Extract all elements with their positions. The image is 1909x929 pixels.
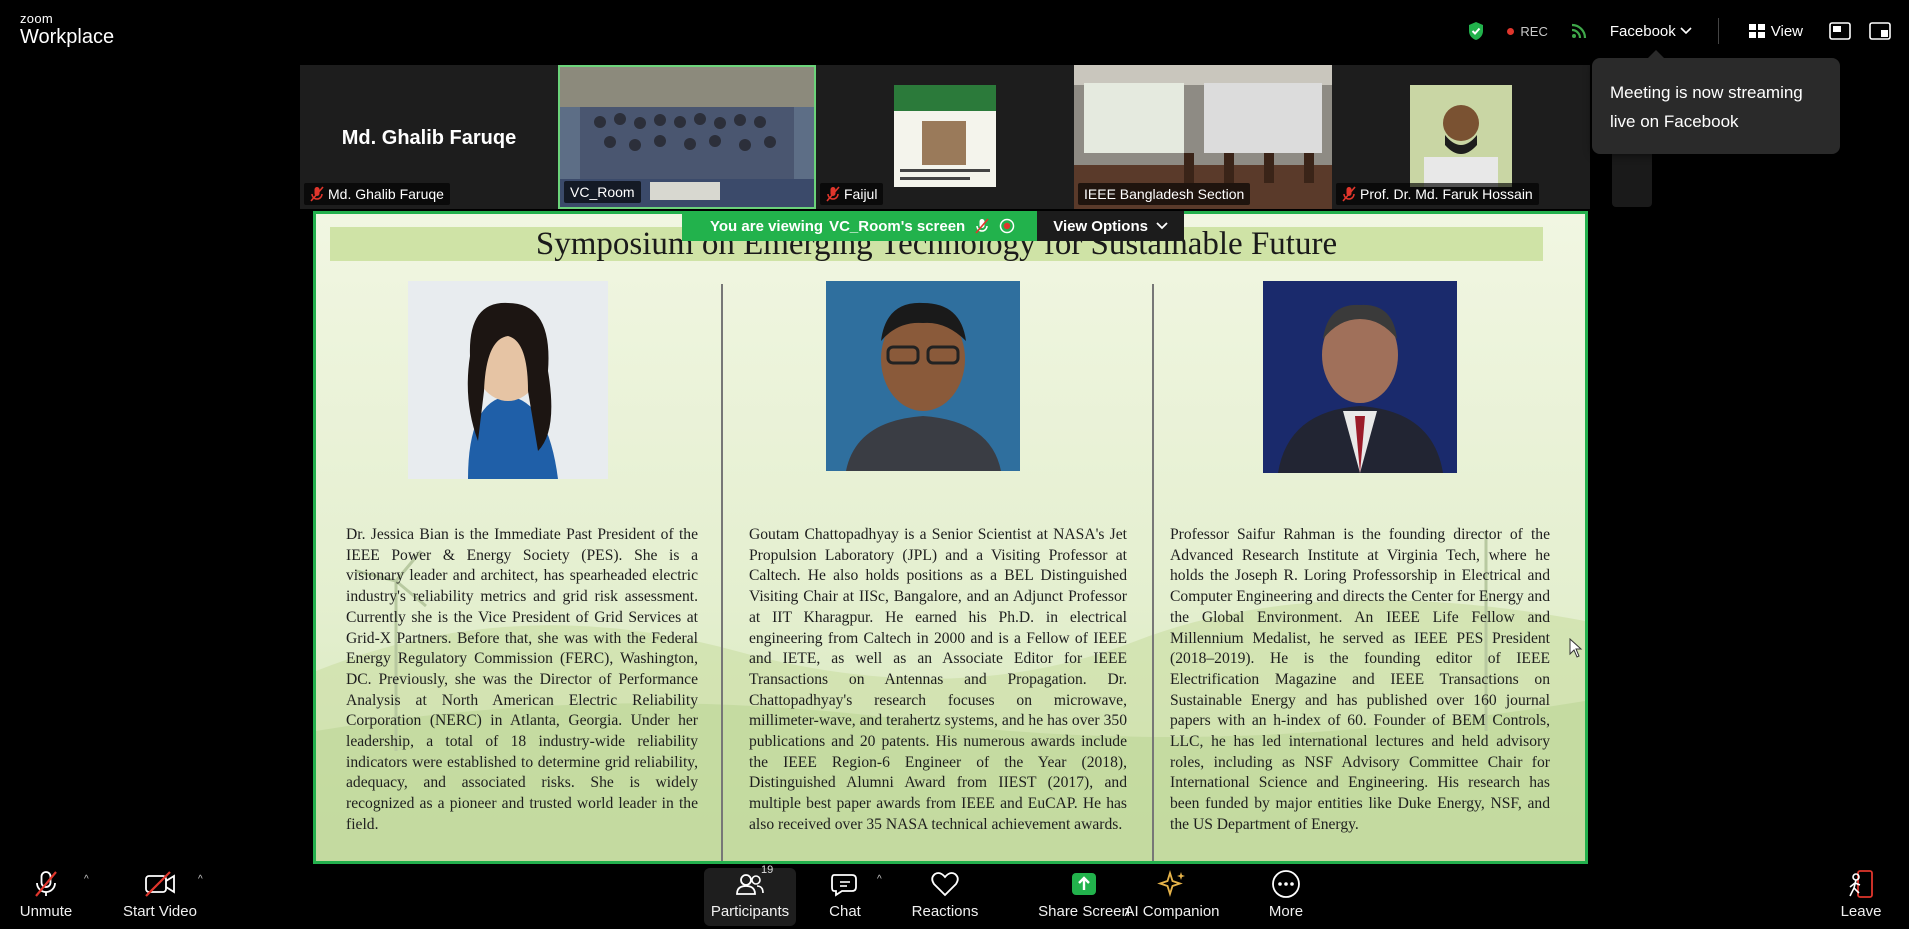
column-divider	[721, 284, 723, 861]
more-label: More	[1268, 903, 1304, 920]
video-gallery-strip: Md. Ghalib Faruqe Md. Ghalib Faruqe VC_R…	[300, 65, 1590, 209]
start-video-label: Start Video	[123, 903, 197, 920]
ai-companion-label: AI Companion	[1124, 903, 1220, 920]
leave-button[interactable]: Leave	[1840, 868, 1882, 926]
streaming-notification: Meeting is now streaming live on Faceboo…	[1592, 50, 1840, 154]
video-off-icon	[145, 870, 175, 897]
view-options-label: View Options	[1053, 217, 1148, 235]
tile-display-name: Md. Ghalib Faruqe	[341, 127, 517, 149]
video-tile[interactable]: IEEE Bangladesh Section	[1074, 65, 1332, 209]
participant-name: Md. Ghalib Faruqe	[328, 186, 444, 202]
participant-name: IEEE Bangladesh Section	[1084, 186, 1245, 202]
logo-brand-name: Workplace	[20, 26, 115, 48]
speaker-photo	[408, 281, 608, 479]
picture-in-picture-icon[interactable]	[1829, 22, 1851, 40]
mouse-cursor-icon	[1569, 638, 1583, 658]
leave-icon	[1849, 869, 1873, 898]
video-tile[interactable]: Prof. Dr. Md. Faruk Hossain	[1332, 65, 1590, 209]
viewing-banner: You are viewing VC_Room's screen View Op…	[682, 211, 1184, 241]
topbar-divider	[1717, 18, 1719, 44]
reactions-label: Reactions	[911, 903, 979, 920]
chevron-down-icon	[1680, 27, 1692, 35]
view-options-button[interactable]: View Options	[1037, 211, 1184, 241]
live-stream-icon[interactable]	[1570, 22, 1588, 40]
recording-indicator[interactable]: REC	[1507, 23, 1548, 39]
unmute-button[interactable]: Unmute	[16, 868, 76, 926]
zoom-logo: zoom Workplace	[20, 12, 114, 47]
share-screen-label: Share Screen	[1038, 903, 1130, 920]
leave-label: Leave	[1840, 903, 1882, 920]
speaker-bio: Goutam Chattopadhyay is a Senior Scienti…	[749, 526, 1127, 833]
tile-name-label: Md. Ghalib Faruqe	[304, 183, 450, 205]
tile-name-label: VC_Room	[564, 181, 641, 203]
mic-muted-icon	[310, 186, 324, 202]
more-button[interactable]: More	[1266, 868, 1306, 926]
viewing-screen-name: VC_Room's screen	[829, 217, 966, 235]
speaker-bio: Dr. Jessica Bian is the Immediate Past P…	[346, 526, 698, 833]
participants-label: Participants	[710, 903, 790, 920]
mic-muted-icon	[35, 870, 57, 897]
chat-label: Chat	[829, 903, 861, 920]
speaker-photo	[826, 281, 1020, 471]
sparkle-icon	[1157, 869, 1185, 897]
viewing-indicator: You are viewing VC_Room's screen	[682, 211, 1038, 241]
start-video-button[interactable]: Start Video	[120, 868, 200, 926]
rec-label: REC	[1520, 23, 1548, 39]
tile-name-label: Prof. Dr. Md. Faruk Hossain	[1336, 183, 1539, 205]
chat-button[interactable]: Chat	[820, 868, 870, 926]
profile-photo	[1410, 85, 1512, 187]
speaker-bio: Professor Saifur Rahman is the founding …	[1170, 526, 1550, 833]
participants-count: 19	[761, 864, 774, 876]
participant-name: Faijul	[844, 186, 878, 202]
grid-view-icon	[1748, 24, 1765, 38]
window-layout-icon[interactable]	[1869, 22, 1891, 40]
view-button[interactable]: View	[1748, 22, 1803, 40]
mic-muted-icon	[826, 186, 840, 202]
column-divider	[1152, 284, 1154, 861]
stream-target-dropdown[interactable]: Facebook	[1610, 23, 1692, 40]
heart-icon	[931, 871, 959, 896]
mic-muted-icon	[1342, 186, 1356, 202]
video-tile[interactable]: Faijul	[816, 65, 1074, 209]
video-options-caret[interactable]: ^	[198, 874, 203, 885]
participant-name: Prof. Dr. Md. Faruk Hossain	[1360, 186, 1533, 202]
view-label: View	[1770, 22, 1803, 40]
record-dot-icon	[1507, 27, 1515, 35]
tile-name-label: Faijul	[820, 183, 884, 205]
more-icon	[1272, 869, 1300, 898]
video-tile[interactable]: Md. Ghalib Faruqe Md. Ghalib Faruqe	[300, 65, 558, 209]
reactions-button[interactable]: Reactions	[908, 868, 982, 926]
shield-check-icon[interactable]	[1467, 21, 1485, 41]
participants-button[interactable]: 19 Participants	[704, 864, 796, 926]
shared-screen: Symposium on Emerging Technology for Sus…	[313, 211, 1588, 864]
tile-name-label: IEEE Bangladesh Section	[1078, 183, 1251, 205]
audio-options-caret[interactable]: ^	[84, 874, 89, 885]
top-bar-right: REC Facebook View	[1467, 0, 1909, 62]
share-screen-button[interactable]: Share Screen	[1036, 868, 1132, 926]
video-tile[interactable]: VC_Room	[558, 65, 816, 209]
zoom-window: zoom Workplace REC Facebook View Md. Gha…	[0, 0, 1909, 929]
ai-companion-button[interactable]: AI Companion	[1124, 868, 1220, 926]
speaker-photo	[1263, 281, 1457, 473]
stream-target-label: Facebook	[1609, 22, 1676, 40]
chevron-down-icon	[1156, 222, 1168, 230]
participant-name: VC_Room	[570, 184, 635, 200]
viewing-prefix: You are viewing	[710, 217, 824, 235]
logo-brand-small: zoom	[20, 11, 53, 26]
record-icon	[999, 218, 1015, 234]
meeting-controls-toolbar: Unmute ^ Start Video ^ 19 Participants C…	[0, 864, 1909, 929]
id-card-image	[894, 85, 996, 187]
mic-muted-icon	[975, 218, 989, 234]
top-bar: zoom Workplace REC Facebook View	[0, 0, 1909, 62]
share-screen-icon	[1072, 872, 1096, 895]
chat-icon	[831, 873, 857, 897]
chat-options-caret[interactable]: ^	[877, 874, 882, 885]
unmute-label: Unmute	[19, 903, 73, 920]
